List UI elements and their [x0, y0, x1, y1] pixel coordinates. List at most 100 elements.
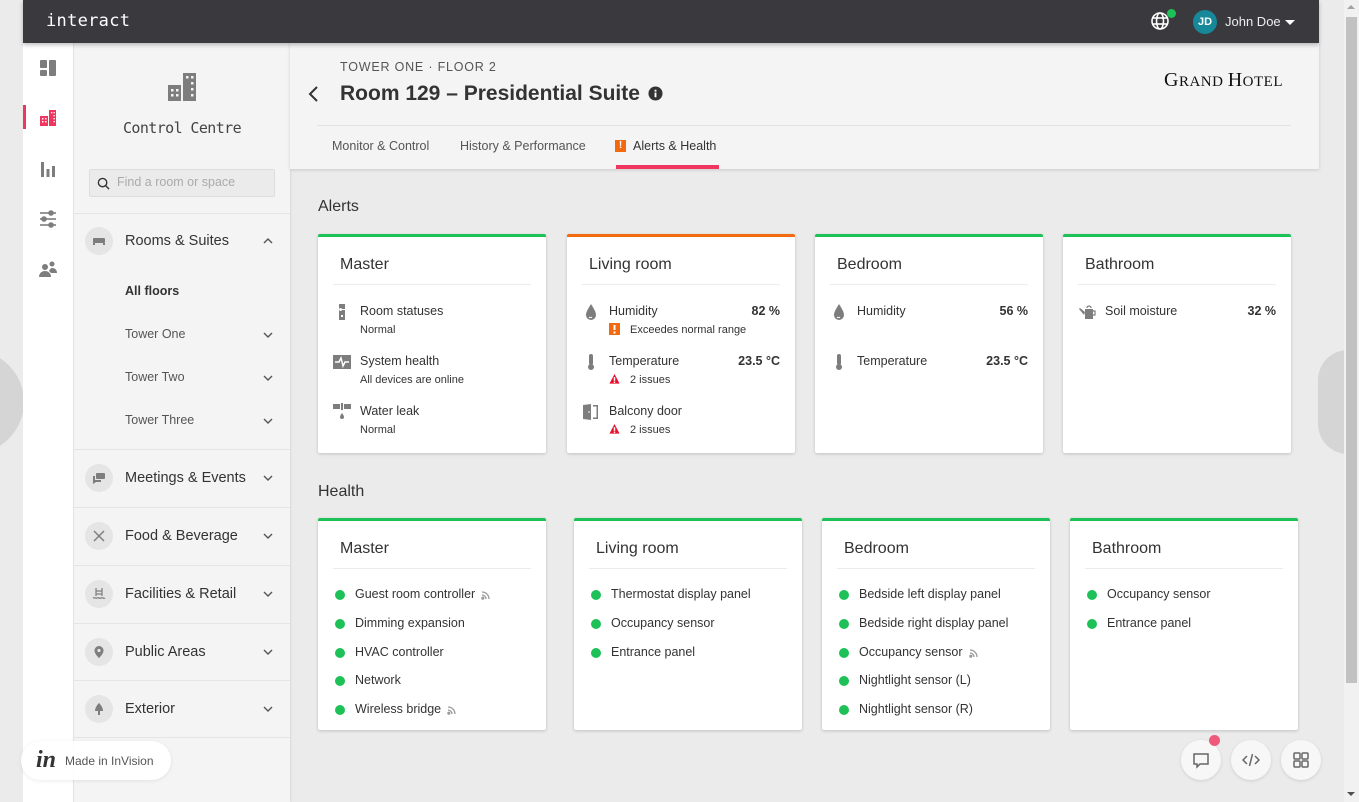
scroll-down-arrow-icon[interactable]	[1347, 792, 1355, 796]
app-logo[interactable]: interact	[46, 11, 130, 31]
nav-label: Meetings & Events	[125, 470, 246, 486]
scroll-thumb[interactable]	[1346, 17, 1357, 683]
notification-dot	[1209, 735, 1220, 746]
brand-letter: H	[1227, 69, 1243, 91]
device-label: Guest room controller	[355, 587, 476, 601]
user-menu-caret-icon[interactable]	[1285, 20, 1295, 25]
status-dot-online	[591, 590, 601, 600]
nav-group-facilities-retail[interactable]: Facilities & Retail	[74, 566, 290, 622]
metric-status: 2 issues	[630, 424, 671, 436]
health-card-living-room[interactable]: Living room Thermostat display panel Occ…	[574, 518, 802, 730]
chevron-down-icon[interactable]	[262, 372, 274, 384]
metric-status: All devices are online	[360, 374, 464, 386]
nav-group-meetings-events[interactable]: Meetings & Events	[74, 450, 290, 506]
metric-soil-moisture: Soil moisture 32 %	[1078, 303, 1276, 347]
breadcrumb[interactable]: TOWER ONE · FLOOR 2	[340, 60, 497, 74]
tab-monitor-control[interactable]: Monitor & Control	[332, 139, 429, 153]
scroll-up-arrow-icon[interactable]	[1347, 5, 1355, 9]
status-dot-online	[839, 676, 849, 686]
status-dot-online	[839, 590, 849, 600]
metric-value: 82 %	[751, 304, 781, 318]
chevron-down-icon[interactable]	[262, 530, 274, 542]
page-scrollbar[interactable]	[1344, 0, 1359, 802]
device-label: Network	[355, 673, 401, 687]
metric-humidity: Humidity 82 % Exceedes normal range	[582, 303, 780, 347]
health-card-master[interactable]: Master Guest room controller Dimming exp…	[318, 518, 546, 730]
chevron-down-icon[interactable]	[262, 329, 274, 341]
metric-room-statuses: Room statuses Normal	[333, 303, 531, 347]
room-search[interactable]	[89, 169, 275, 197]
tab-history-performance[interactable]: History & Performance	[460, 139, 586, 153]
device-label: Entrance panel	[1107, 616, 1192, 630]
users-icon	[39, 261, 57, 277]
card-divider	[333, 568, 531, 569]
nav-group-rooms-suites[interactable]: Rooms & Suites	[74, 213, 290, 269]
search-input[interactable]	[117, 175, 267, 189]
health-card-bathroom[interactable]: Bathroom Occupancy sensor Entrance panel	[1070, 518, 1298, 730]
nav-sub-tower-three[interactable]: Tower Three	[125, 413, 194, 427]
door-hanger-icon	[339, 304, 345, 320]
nav-group-food-beverage[interactable]: Food & Beverage	[74, 508, 290, 564]
metric-label: Soil moisture	[1105, 304, 1178, 318]
alert-card-master[interactable]: Master Room statuses Normal System healt…	[318, 234, 546, 453]
chevron-down-icon[interactable]	[262, 415, 274, 427]
pulse-icon	[333, 355, 351, 369]
pool-icon	[92, 588, 106, 599]
droplet-icon	[586, 304, 596, 320]
card-title: Living room	[589, 256, 672, 273]
rail-item-dashboard[interactable]	[23, 51, 73, 85]
chevron-down-icon[interactable]	[262, 472, 274, 484]
card-title: Bedroom	[844, 540, 909, 557]
status-dot-online	[335, 705, 345, 715]
user-name[interactable]: John Doe	[1225, 14, 1281, 29]
chevron-up-icon[interactable]	[262, 235, 274, 247]
nav-label: Rooms & Suites	[125, 233, 229, 249]
wireless-icon	[968, 649, 978, 658]
icon-rail	[23, 43, 73, 802]
health-card-bedroom[interactable]: Bedroom Bedside left display panel Bedsi…	[822, 518, 1050, 730]
avatar[interactable]: JD	[1193, 10, 1217, 34]
status-dot-online	[335, 676, 345, 686]
page-header: TOWER ONE · FLOOR 2 Room 129 – President…	[290, 43, 1319, 169]
rail-item-analytics[interactable]	[23, 152, 73, 186]
nav-sub-tower-two[interactable]: Tower Two	[125, 370, 185, 384]
screens-grid-button[interactable]	[1281, 740, 1321, 780]
chevron-down-icon[interactable]	[262, 703, 274, 715]
buildings-icon	[40, 110, 56, 126]
device-label: Bedside right display panel	[859, 616, 1009, 630]
nav-label: Exterior	[125, 701, 175, 717]
device-label-wrap: Occupancy sensor	[859, 645, 981, 659]
nav-label: Food & Beverage	[125, 528, 238, 544]
metric-label: Temperature	[857, 354, 928, 368]
info-icon[interactable]	[648, 86, 663, 101]
metric-label: Balcony door	[609, 404, 682, 418]
comments-button[interactable]	[1181, 740, 1221, 780]
chevron-down-icon[interactable]	[262, 646, 274, 658]
made-in-invision-badge[interactable]: in Made in InVision	[21, 741, 171, 780]
inspect-code-button[interactable]	[1231, 740, 1271, 780]
metric-status: Normal	[360, 424, 396, 436]
alert-card-bedroom[interactable]: Bedroom Humidity 56 % Temperature 23.5 °…	[815, 234, 1043, 453]
cutlery-icon	[93, 530, 105, 542]
nav-group-public-areas[interactable]: Public Areas	[74, 624, 290, 680]
rail-item-settings[interactable]	[23, 202, 73, 236]
card-title: Living room	[596, 540, 679, 557]
thermometer-icon	[836, 354, 842, 370]
comment-icon	[1193, 753, 1209, 769]
alert-card-bathroom[interactable]: Bathroom Soil moisture 32 %	[1063, 234, 1291, 453]
rail-item-control-centre[interactable]	[23, 101, 73, 135]
device-label: Thermostat display panel	[611, 587, 751, 601]
status-dot-online	[839, 705, 849, 715]
metric-label: Room statuses	[360, 304, 444, 318]
nav-sub-tower-one[interactable]: Tower One	[125, 327, 185, 341]
tab-alerts-health[interactable]: Alerts & Health	[633, 139, 716, 153]
nav-group-exterior[interactable]: Exterior	[74, 681, 290, 737]
door-icon	[583, 404, 598, 420]
chevron-down-icon[interactable]	[262, 588, 274, 600]
prev-screen-handle[interactable]	[0, 350, 24, 454]
alert-card-living-room[interactable]: Living room Humidity 82 % Exceedes norma…	[567, 234, 795, 453]
error-triangle-icon	[609, 423, 620, 434]
nav-sub-all-floors[interactable]: All floors	[125, 284, 179, 298]
back-arrow-icon[interactable]	[306, 83, 322, 105]
rail-item-users[interactable]	[23, 252, 73, 286]
